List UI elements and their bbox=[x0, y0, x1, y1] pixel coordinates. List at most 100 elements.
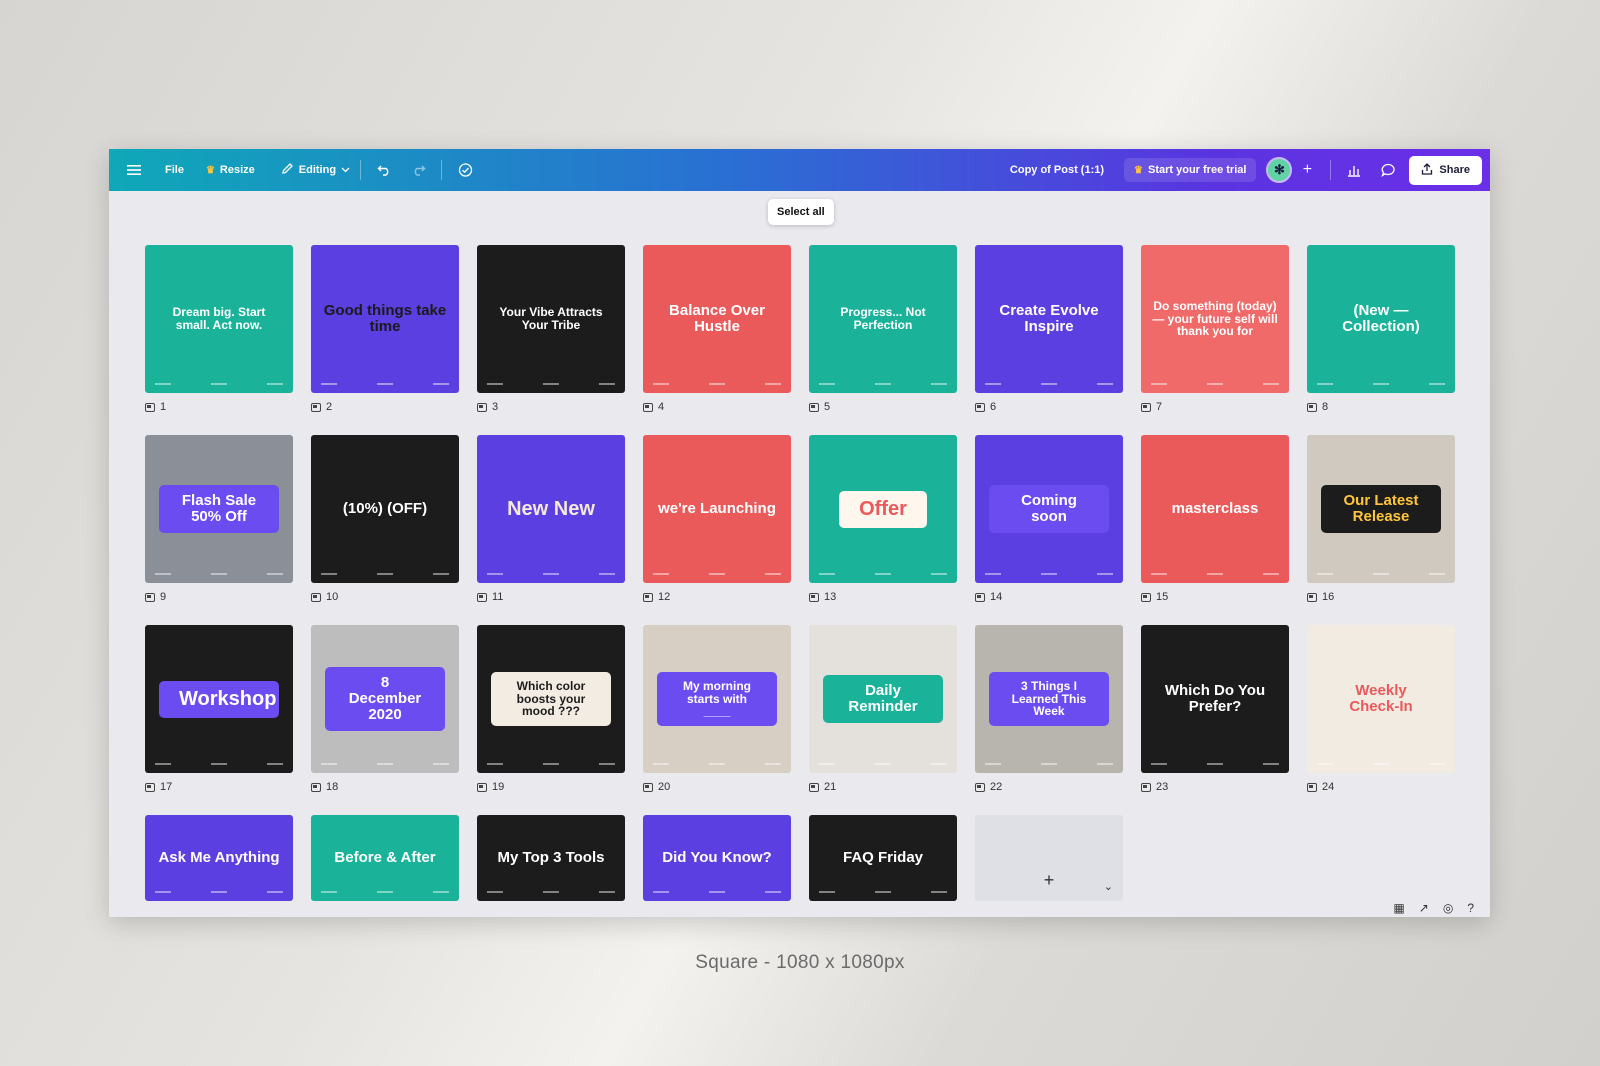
page-thumbnail[interactable]: Flash Sale 50% Off 9 bbox=[145, 435, 293, 603]
page-footer-decoration bbox=[487, 383, 615, 385]
page-icon bbox=[477, 402, 487, 412]
page-thumbnail[interactable]: Before & After bbox=[311, 815, 459, 901]
crown-icon: ♛ bbox=[1134, 164, 1143, 176]
page-preview[interactable]: Daily Reminder bbox=[809, 625, 957, 773]
share-button[interactable]: Share bbox=[1409, 155, 1482, 185]
page-preview[interactable]: Offer bbox=[809, 435, 957, 583]
page-thumbnail[interactable]: Our Latest Release 16 bbox=[1307, 435, 1455, 603]
expand-icon[interactable]: ↗ bbox=[1419, 901, 1429, 915]
page-number-text: 20 bbox=[658, 781, 671, 793]
page-thumbnail[interactable]: we're Launching 12 bbox=[643, 435, 791, 603]
page-preview[interactable]: My Top 3 Tools bbox=[477, 815, 625, 901]
page-thumbnail[interactable]: 3 Things I Learned This Week 22 bbox=[975, 625, 1123, 793]
page-thumbnail[interactable]: 8 December 2020 18 bbox=[311, 625, 459, 793]
page-thumbnail[interactable]: Weekly Check-In 24 bbox=[1307, 625, 1455, 793]
resize-button[interactable]: ♛ Resize bbox=[206, 164, 255, 176]
page-preview[interactable]: FAQ Friday bbox=[809, 815, 957, 901]
page-preview[interactable]: Do something (today) — your future self … bbox=[1141, 245, 1289, 393]
page-preview[interactable]: Before & After bbox=[311, 815, 459, 901]
page-preview[interactable]: Did You Know? bbox=[643, 815, 791, 901]
page-thumbnail[interactable]: Workshop 17 bbox=[145, 625, 293, 793]
chevron-down-icon[interactable]: ⌄ bbox=[1104, 880, 1113, 893]
page-icon bbox=[1141, 782, 1151, 792]
page-thumbnail[interactable]: masterclass 15 bbox=[1141, 435, 1289, 603]
page-thumbnail[interactable]: Balance Over Hustle 4 bbox=[643, 245, 791, 413]
page-preview[interactable]: Coming soon bbox=[975, 435, 1123, 583]
add-page-button[interactable]: + ⌄ bbox=[975, 815, 1123, 901]
page-footer-decoration bbox=[1317, 763, 1445, 765]
free-trial-button[interactable]: ♛ Start your free trial bbox=[1124, 158, 1257, 182]
page-thumbnail[interactable]: Good things take time 2 bbox=[311, 245, 459, 413]
document-title[interactable]: Copy of Post (1:1) bbox=[1010, 164, 1104, 176]
help-icon[interactable]: ? bbox=[1467, 901, 1474, 915]
page-preview[interactable]: Our Latest Release bbox=[1307, 435, 1455, 583]
page-preview[interactable]: we're Launching bbox=[643, 435, 791, 583]
menu-icon[interactable] bbox=[121, 157, 147, 183]
page-preview[interactable]: New New bbox=[477, 435, 625, 583]
page-thumbnail[interactable]: Progress... Not Perfection 5 bbox=[809, 245, 957, 413]
page-preview[interactable]: 8 December 2020 bbox=[311, 625, 459, 773]
page-thumbnail[interactable]: Which color boosts your mood ??? 19 bbox=[477, 625, 625, 793]
page-thumbnail[interactable]: Create Evolve Inspire 6 bbox=[975, 245, 1123, 413]
page-preview[interactable]: Your Vibe Attracts Your Tribe bbox=[477, 245, 625, 393]
page-preview[interactable]: Which color boosts your mood ??? bbox=[477, 625, 625, 773]
page-preview[interactable]: 3 Things I Learned This Week bbox=[975, 625, 1123, 773]
page-preview[interactable]: Flash Sale 50% Off bbox=[145, 435, 293, 583]
page-thumbnail[interactable]: (New — Collection) 8 bbox=[1307, 245, 1455, 413]
comment-icon[interactable] bbox=[1375, 157, 1401, 183]
cloud-saved-icon[interactable] bbox=[452, 157, 478, 183]
page-number-text: 8 bbox=[1322, 401, 1329, 413]
page-thumbnail[interactable]: Which Do You Prefer? 23 bbox=[1141, 625, 1289, 793]
page-headline: Did You Know? bbox=[662, 849, 772, 867]
page-number-text: 22 bbox=[990, 781, 1003, 793]
select-all-tooltip[interactable]: Select all bbox=[768, 199, 834, 225]
page-thumbnail[interactable]: Did You Know? bbox=[643, 815, 791, 901]
page-preview[interactable]: Weekly Check-In bbox=[1307, 625, 1455, 773]
page-preview[interactable]: Which Do You Prefer? bbox=[1141, 625, 1289, 773]
page-preview[interactable]: Good things take time bbox=[311, 245, 459, 393]
grid-view-icon[interactable]: ▦ bbox=[1393, 901, 1404, 915]
page-icon bbox=[643, 782, 653, 792]
page-preview[interactable]: Create Evolve Inspire bbox=[975, 245, 1123, 393]
page-thumbnail[interactable]: My morning starts with ____ 20 bbox=[643, 625, 791, 793]
page-thumbnail[interactable]: Offer 13 bbox=[809, 435, 957, 603]
page-preview[interactable]: (New — Collection) bbox=[1307, 245, 1455, 393]
page-icon bbox=[311, 592, 321, 602]
editing-dropdown[interactable]: Editing bbox=[281, 162, 350, 178]
page-preview[interactable]: Progress... Not Perfection bbox=[809, 245, 957, 393]
page-thumbnail[interactable]: Dream big. Start small. Act now. 1 bbox=[145, 245, 293, 413]
page-headline: Before & After bbox=[334, 849, 436, 867]
page-preview[interactable]: (10%) (OFF) bbox=[311, 435, 459, 583]
add-page-tile[interactable]: + ⌄ bbox=[975, 815, 1123, 901]
page-preview[interactable]: Workshop bbox=[145, 625, 293, 773]
page-headline: Workshop bbox=[179, 687, 277, 710]
page-preview[interactable]: Dream big. Start small. Act now. bbox=[145, 245, 293, 393]
page-number-text: 13 bbox=[824, 591, 837, 603]
page-preview[interactable]: masterclass bbox=[1141, 435, 1289, 583]
page-thumbnail[interactable]: Ask Me Anything bbox=[145, 815, 293, 901]
page-footer-decoration bbox=[1317, 383, 1445, 385]
page-number: 9 bbox=[145, 591, 293, 603]
share-icon bbox=[1421, 162, 1433, 178]
page-preview[interactable]: My morning starts with ____ bbox=[643, 625, 791, 773]
page-thumbnail[interactable]: Coming soon 14 bbox=[975, 435, 1123, 603]
redo-icon[interactable] bbox=[405, 157, 431, 183]
page-number: 23 bbox=[1141, 781, 1289, 793]
page-icon bbox=[1307, 782, 1317, 792]
page-thumbnail[interactable]: FAQ Friday bbox=[809, 815, 957, 901]
page-thumbnail[interactable]: New New 11 bbox=[477, 435, 625, 603]
page-thumbnail[interactable]: (10%) (OFF) 10 bbox=[311, 435, 459, 603]
page-preview[interactable]: Balance Over Hustle bbox=[643, 245, 791, 393]
avatar[interactable]: ✻ bbox=[1266, 157, 1293, 183]
page-thumbnail[interactable]: My Top 3 Tools bbox=[477, 815, 625, 901]
page-preview[interactable]: Ask Me Anything bbox=[145, 815, 293, 901]
page-thumbnail[interactable]: Do something (today) — your future self … bbox=[1141, 245, 1289, 413]
plus-icon[interactable]: + bbox=[1294, 157, 1320, 183]
check-icon[interactable]: ◎ bbox=[1443, 901, 1453, 915]
page-thumbnail[interactable]: Daily Reminder 21 bbox=[809, 625, 957, 793]
file-menu[interactable]: File bbox=[165, 164, 184, 176]
insights-icon[interactable] bbox=[1341, 157, 1367, 183]
undo-icon[interactable] bbox=[371, 157, 397, 183]
page-footer-decoration bbox=[321, 763, 449, 765]
page-thumbnail[interactable]: Your Vibe Attracts Your Tribe 3 bbox=[477, 245, 625, 413]
